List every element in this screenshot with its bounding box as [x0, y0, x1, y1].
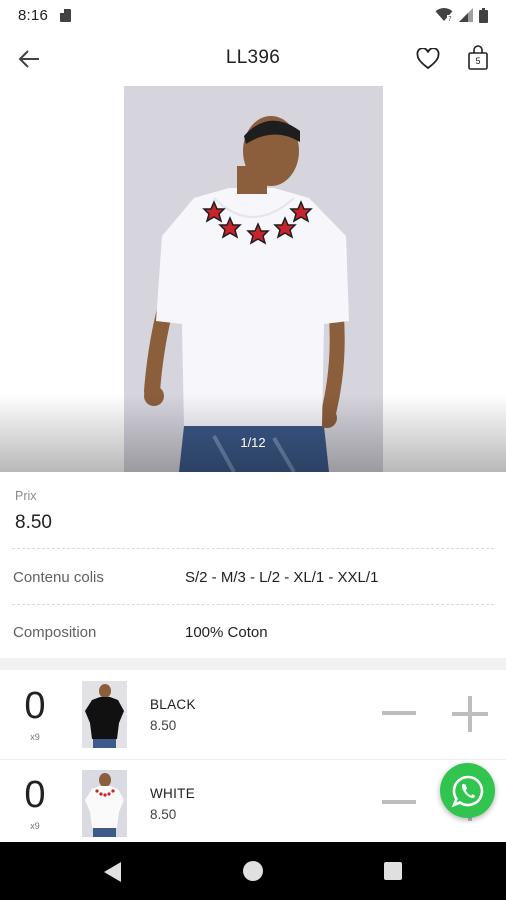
app-bar: LL396 5 — [0, 30, 506, 86]
black-tshirt-image — [82, 681, 127, 748]
nav-home-icon[interactable] — [243, 861, 263, 881]
status-icons: ? — [435, 7, 488, 23]
quantity-unit: x9 — [30, 821, 40, 831]
product-image-gallery[interactable]: 1/12 — [0, 86, 506, 472]
minus-icon — [382, 711, 416, 715]
variant-price: 8.50 — [150, 718, 177, 733]
variant-price: 8.50 — [150, 807, 177, 822]
gallery-bottom-fade — [0, 394, 506, 472]
divider — [12, 548, 494, 549]
quantity-unit: x9 — [30, 732, 40, 742]
price-value: 8.50 — [15, 512, 52, 533]
minus-icon — [382, 800, 416, 804]
variant-color-name: BLACK — [150, 697, 196, 712]
battery-icon — [479, 7, 488, 23]
composition-label: Composition — [13, 624, 97, 641]
signal-icon — [459, 8, 473, 22]
gallery-page-indicator: 1/12 — [240, 435, 266, 450]
sd-card-icon — [60, 8, 71, 22]
whatsapp-icon — [451, 775, 483, 807]
cart-button[interactable]: 5 — [463, 42, 493, 74]
quantity-value: 0 — [24, 774, 46, 816]
plus-icon — [468, 696, 472, 732]
package-content-label: Contenu colis — [13, 569, 104, 586]
system-nav-bar — [0, 842, 506, 900]
wifi-icon: ? — [435, 8, 453, 22]
decrease-quantity-button[interactable] — [380, 701, 418, 725]
section-divider — [0, 658, 506, 670]
svg-text:?: ? — [448, 15, 452, 22]
divider — [0, 759, 506, 760]
nav-recents-icon[interactable] — [384, 862, 402, 880]
quantity-value: 0 — [24, 685, 46, 727]
variant-color-name: WHITE — [150, 786, 195, 801]
nav-back-icon[interactable] — [103, 861, 123, 883]
composition-value: 100% Coton — [185, 624, 268, 641]
package-content-value: S/2 - M/3 - L/2 - XL/1 - XXL/1 — [185, 569, 379, 586]
cart-count-badge: 5 — [475, 56, 481, 66]
status-bar: 8:16 ? — [0, 0, 506, 30]
price-label: Prix — [15, 489, 37, 503]
divider — [12, 604, 494, 605]
decrease-quantity-button[interactable] — [380, 790, 418, 814]
white-tshirt-thumbnail[interactable] — [82, 770, 127, 837]
variant-row-black: 0 x9 BLACK 8.50 — [0, 670, 506, 758]
black-tshirt-thumbnail[interactable] — [82, 681, 127, 748]
heart-icon — [416, 48, 440, 70]
white-tshirt-image — [82, 770, 127, 837]
increase-quantity-button[interactable] — [452, 696, 488, 732]
whatsapp-button[interactable] — [440, 763, 495, 818]
variant-row-white: 0 x9 WHITE 8.50 — [0, 759, 506, 847]
favorite-button[interactable] — [413, 44, 443, 74]
status-time: 8:16 — [18, 6, 48, 24]
product-details: Prix 8.50 Contenu colis S/2 - M/3 - L/2 … — [0, 472, 506, 658]
